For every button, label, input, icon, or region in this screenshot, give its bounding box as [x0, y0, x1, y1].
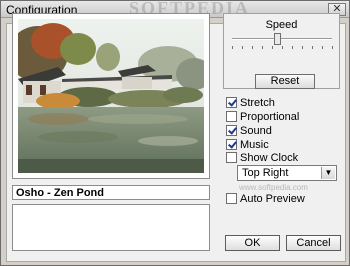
slider-tick — [282, 46, 283, 49]
proportional-checkbox[interactable] — [226, 111, 237, 122]
music-option[interactable]: Music — [226, 138, 269, 151]
music-label: Music — [240, 138, 269, 151]
stretch-checkbox[interactable] — [226, 97, 237, 108]
slider-tick — [232, 46, 233, 49]
sound-label: Sound — [240, 124, 272, 137]
speed-group: Speed Reset — [223, 13, 340, 89]
proportional-label: Proportional — [240, 110, 300, 123]
scene-name-field: Osho - Zen Pond — [12, 185, 210, 200]
zen-pond-preview-image — [18, 19, 204, 173]
speed-slider-track[interactable] — [232, 38, 332, 40]
slider-tick — [272, 46, 273, 49]
music-checkbox[interactable] — [226, 139, 237, 150]
slider-tick — [252, 46, 253, 49]
show-clock-checkbox[interactable] — [226, 152, 237, 163]
speed-slider-ticks — [232, 46, 333, 50]
auto-preview-checkbox[interactable] — [226, 193, 237, 204]
speed-slider-thumb[interactable] — [274, 33, 281, 45]
speed-label: Speed — [265, 19, 298, 31]
cancel-button[interactable]: Cancel — [286, 235, 341, 251]
chevron-down-icon[interactable]: ▼ — [321, 167, 335, 179]
slider-tick — [332, 46, 333, 49]
show-clock-option[interactable]: Show Clock — [226, 151, 298, 164]
proportional-option[interactable]: Proportional — [226, 110, 299, 123]
stretch-option[interactable]: Stretch — [226, 96, 275, 109]
scene-description-field — [12, 204, 210, 251]
sound-option[interactable]: Sound — [226, 124, 272, 137]
clock-position-select[interactable]: Top Right ▼ — [237, 165, 337, 181]
slider-tick — [302, 46, 303, 49]
slider-tick — [312, 46, 313, 49]
show-clock-label: Show Clock — [240, 151, 299, 164]
slider-tick — [292, 46, 293, 49]
configuration-window: Configuration SOFTPEDIA ✕ Osho - Zen Pon… — [0, 0, 350, 266]
slider-tick — [242, 46, 243, 49]
softpedia-url-watermark: www.softpedia.com — [239, 183, 308, 192]
reset-button[interactable]: Reset — [255, 74, 315, 89]
zen-pond-picture — [18, 19, 204, 173]
auto-preview-option[interactable]: Auto Preview — [226, 192, 305, 205]
ok-button[interactable]: OK — [225, 235, 280, 251]
stretch-label: Stretch — [240, 96, 275, 109]
slider-tick — [262, 46, 263, 49]
preview-frame — [12, 13, 210, 179]
clock-position-value: Top Right — [242, 167, 289, 179]
slider-tick — [322, 46, 323, 49]
sound-checkbox[interactable] — [226, 125, 237, 136]
auto-preview-label: Auto Preview — [240, 192, 305, 205]
